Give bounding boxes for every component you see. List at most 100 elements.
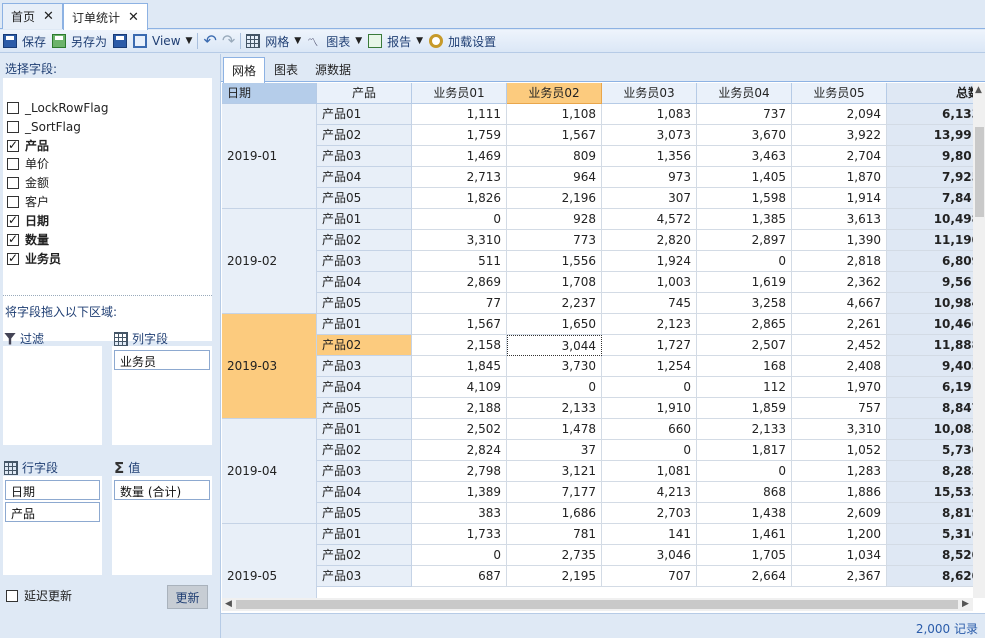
total-cell[interactable]: 11,888 — [887, 335, 985, 356]
product-row-header[interactable]: 产品04 — [317, 377, 412, 398]
product-row-header[interactable]: 产品05 — [317, 188, 412, 209]
table-cell[interactable]: 3,310 — [412, 230, 507, 251]
scroll-right-icon[interactable]: ▶ — [962, 599, 969, 609]
table-cell[interactable]: 1,003 — [602, 272, 697, 293]
tab-home[interactable]: 首页 ✕ — [2, 3, 63, 29]
table-cell[interactable]: 2,133 — [507, 398, 602, 419]
table-cell[interactable]: 2,237 — [507, 293, 602, 314]
table-cell[interactable]: 2,158 — [412, 335, 507, 356]
table-cell[interactable]: 1,083 — [602, 104, 697, 125]
field-item[interactable]: 客户 — [7, 193, 49, 210]
product-row-header[interactable]: 产品02 — [317, 440, 412, 461]
table-cell[interactable]: 1,845 — [412, 356, 507, 377]
save-as-button[interactable]: 另存为 — [49, 31, 110, 52]
total-cell[interactable]: 7,925 — [887, 167, 985, 188]
product-row-header[interactable]: 产品04 — [317, 482, 412, 503]
table-cell[interactable]: 307 — [602, 188, 697, 209]
grid-button[interactable]: 网格 ▼ — [243, 31, 304, 52]
product-column-header[interactable]: 产品 — [317, 83, 412, 104]
checkbox[interactable] — [7, 138, 19, 152]
table-cell[interactable]: 1,461 — [697, 524, 792, 545]
table-cell[interactable]: 1,108 — [507, 104, 602, 125]
product-row-header[interactable]: 产品05 — [317, 503, 412, 524]
table-cell[interactable]: 0 — [507, 377, 602, 398]
table-cell[interactable]: 3,310 — [792, 419, 887, 440]
total-cell[interactable]: 9,561 — [887, 272, 985, 293]
product-row-header[interactable]: 产品03 — [317, 461, 412, 482]
table-cell[interactable]: 1,405 — [697, 167, 792, 188]
total-cell[interactable]: 10,498 — [887, 209, 985, 230]
table-cell[interactable]: 773 — [507, 230, 602, 251]
scroll-up-icon[interactable]: ▲ — [975, 85, 982, 95]
table-cell[interactable]: 1,686 — [507, 503, 602, 524]
table-cell[interactable]: 1,052 — [792, 440, 887, 461]
table-cell[interactable]: 1,200 — [792, 524, 887, 545]
total-cell[interactable]: 13,991 — [887, 125, 985, 146]
checkbox[interactable] — [7, 232, 19, 246]
update-button[interactable]: 更新 — [167, 585, 208, 609]
total-cell[interactable]: 5,316 — [887, 524, 985, 545]
total-cell[interactable]: 8,620 — [887, 566, 985, 587]
checkbox[interactable] — [7, 213, 19, 227]
column-header[interactable]: 业务员01 — [412, 83, 507, 104]
table-cell[interactable]: 2,502 — [412, 419, 507, 440]
table-cell[interactable]: 0 — [602, 377, 697, 398]
table-cell[interactable]: 1,727 — [602, 335, 697, 356]
table-cell[interactable]: 1,886 — [792, 482, 887, 503]
checkbox[interactable] — [7, 101, 19, 114]
table-cell[interactable]: 4,572 — [602, 209, 697, 230]
checkbox[interactable] — [7, 251, 19, 265]
total-cell[interactable]: 9,801 — [887, 146, 985, 167]
table-cell[interactable]: 2,897 — [697, 230, 792, 251]
product-row-header[interactable]: 产品02 — [317, 125, 412, 146]
scroll-left-icon[interactable]: ◀ — [225, 599, 232, 609]
table-cell[interactable]: 3,046 — [602, 545, 697, 566]
product-row-header[interactable]: 产品03 — [317, 146, 412, 167]
total-cell[interactable]: 10,466 — [887, 314, 985, 335]
table-cell[interactable]: 2,362 — [792, 272, 887, 293]
table-cell[interactable]: 37 — [507, 440, 602, 461]
table-cell[interactable]: 3,670 — [697, 125, 792, 146]
product-row-header[interactable]: 产品04 — [317, 167, 412, 188]
column-header[interactable]: 业务员02 — [507, 83, 602, 104]
total-cell[interactable]: 9,405 — [887, 356, 985, 377]
chart-button[interactable]: 〽图表 ▼ — [304, 31, 365, 52]
checkbox[interactable] — [7, 157, 19, 170]
table-cell[interactable]: 3,073 — [602, 125, 697, 146]
table-cell[interactable]: 1,826 — [412, 188, 507, 209]
table-cell[interactable]: 660 — [602, 419, 697, 440]
table-cell[interactable]: 1,356 — [602, 146, 697, 167]
field-item[interactable]: 数量 — [7, 231, 49, 248]
table-cell[interactable]: 1,390 — [792, 230, 887, 251]
table-cell[interactable]: 168 — [697, 356, 792, 377]
tab-chart[interactable]: 图表 — [266, 57, 306, 82]
table-cell[interactable]: 1,389 — [412, 482, 507, 503]
table-cell[interactable]: 1,817 — [697, 440, 792, 461]
total-cell[interactable]: 8,283 — [887, 461, 985, 482]
total-cell[interactable]: 15,533 — [887, 482, 985, 503]
table-cell[interactable]: 1,438 — [697, 503, 792, 524]
close-icon[interactable]: ✕ — [43, 9, 54, 24]
table-cell[interactable]: 687 — [412, 566, 507, 587]
date-row-header[interactable]: 2019-03 — [222, 314, 317, 419]
table-cell[interactable]: 1,034 — [792, 545, 887, 566]
product-row-header[interactable]: 产品01 — [317, 104, 412, 125]
total-cell[interactable]: 10,984 — [887, 293, 985, 314]
product-row-header[interactable]: 产品03 — [317, 251, 412, 272]
table-cell[interactable]: 1,567 — [412, 314, 507, 335]
table-cell[interactable]: 928 — [507, 209, 602, 230]
undo-button[interactable]: ↶ ↷ — [200, 31, 238, 52]
field-item[interactable]: 日期 — [7, 212, 49, 229]
table-cell[interactable]: 2,261 — [792, 314, 887, 335]
table-cell[interactable]: 1,970 — [792, 377, 887, 398]
field-item[interactable]: _LockRowFlag — [7, 99, 109, 116]
table-cell[interactable]: 2,664 — [697, 566, 792, 587]
column-header[interactable]: 业务员03 — [602, 83, 697, 104]
table-cell[interactable]: 2,196 — [507, 188, 602, 209]
product-row-header[interactable]: 产品05 — [317, 398, 412, 419]
tab-order-stats[interactable]: 订单统计 ✕ — [63, 3, 148, 30]
table-cell[interactable]: 3,258 — [697, 293, 792, 314]
table-cell[interactable]: 2,609 — [792, 503, 887, 524]
table-cell[interactable]: 3,922 — [792, 125, 887, 146]
horizontal-scrollbar[interactable]: ◀ ▶ — [222, 598, 973, 611]
